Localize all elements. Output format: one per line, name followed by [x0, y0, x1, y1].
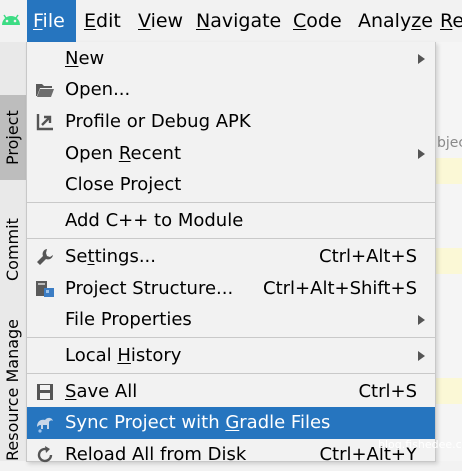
menu-edit[interactable]: Edit — [84, 0, 121, 42]
menu-item-reload-all[interactable]: Reload All from Disk Ctrl+Alt+Y — [27, 439, 435, 471]
submenu-arrow-icon — [418, 149, 425, 159]
tab-commit[interactable]: Commit — [0, 205, 26, 295]
editor-text-fragment: bjec — [437, 135, 462, 151]
highlight-band — [433, 378, 462, 404]
wrench-icon — [37, 249, 53, 265]
submenu-arrow-icon — [418, 351, 425, 361]
menu-item-project-structure[interactable]: Project Structure... Ctrl+Alt+Shift+S — [27, 273, 435, 305]
file-menu-dropdown: New Open... Profile or Debug APK Open Re… — [26, 42, 436, 465]
menu-code[interactable]: Code — [293, 0, 342, 42]
menu-item-save-all[interactable]: Save All Ctrl+S — [27, 376, 435, 408]
tab-project[interactable]: Project — [0, 95, 26, 180]
menu-item-close-project[interactable]: Close Project — [27, 169, 435, 201]
profile-apk-icon — [36, 114, 53, 131]
menu-item-add-cpp-to-module[interactable]: Add C++ to Module — [27, 205, 435, 237]
highlight-band — [433, 158, 462, 184]
menu-item-file-properties[interactable]: File Properties — [27, 304, 435, 336]
menu-refactor[interactable]: Re — [440, 0, 462, 42]
menu-file[interactable]: File — [27, 0, 76, 42]
menu-item-profile-debug-apk[interactable]: Profile or Debug APK — [27, 106, 435, 138]
submenu-arrow-icon — [418, 54, 425, 64]
menu-bar: File Edit View Navigate Code Analyze Re — [0, 0, 462, 43]
menu-view[interactable]: View — [138, 0, 183, 42]
menu-item-open-recent[interactable]: Open Recent — [27, 138, 435, 170]
watermark-text: blog.fishedee.com — [378, 438, 462, 451]
shortcut-label: Ctrl+S — [358, 381, 417, 402]
reload-icon — [37, 446, 53, 463]
menu-separator — [27, 337, 435, 338]
shortcut-label: Ctrl+Alt+Shift+S — [263, 278, 417, 299]
menu-item-settings[interactable]: Settings... Ctrl+Alt+S — [27, 241, 435, 273]
menu-analyze[interactable]: Analyze — [358, 0, 433, 42]
tab-resource-manager[interactable]: Resource Manager — [0, 320, 26, 461]
menu-separator — [27, 238, 435, 239]
gradle-sync-icon — [37, 417, 53, 433]
menu-item-sync-gradle[interactable]: Sync Project with Gradle Files — [27, 407, 435, 439]
menu-separator — [27, 373, 435, 374]
menu-navigate[interactable]: Navigate — [196, 0, 281, 42]
highlight-band — [433, 248, 462, 274]
folder-open-icon — [36, 84, 54, 97]
android-icon — [2, 14, 20, 25]
shortcut-label: Ctrl+Alt+S — [319, 246, 417, 267]
menu-separator — [27, 202, 435, 203]
menu-item-local-history[interactable]: Local History — [27, 340, 435, 372]
submenu-arrow-icon — [418, 315, 425, 325]
project-structure-icon — [36, 281, 54, 297]
menu-item-open[interactable]: Open... — [27, 74, 435, 106]
save-icon — [37, 384, 53, 400]
menu-item-new[interactable]: New — [27, 43, 435, 75]
